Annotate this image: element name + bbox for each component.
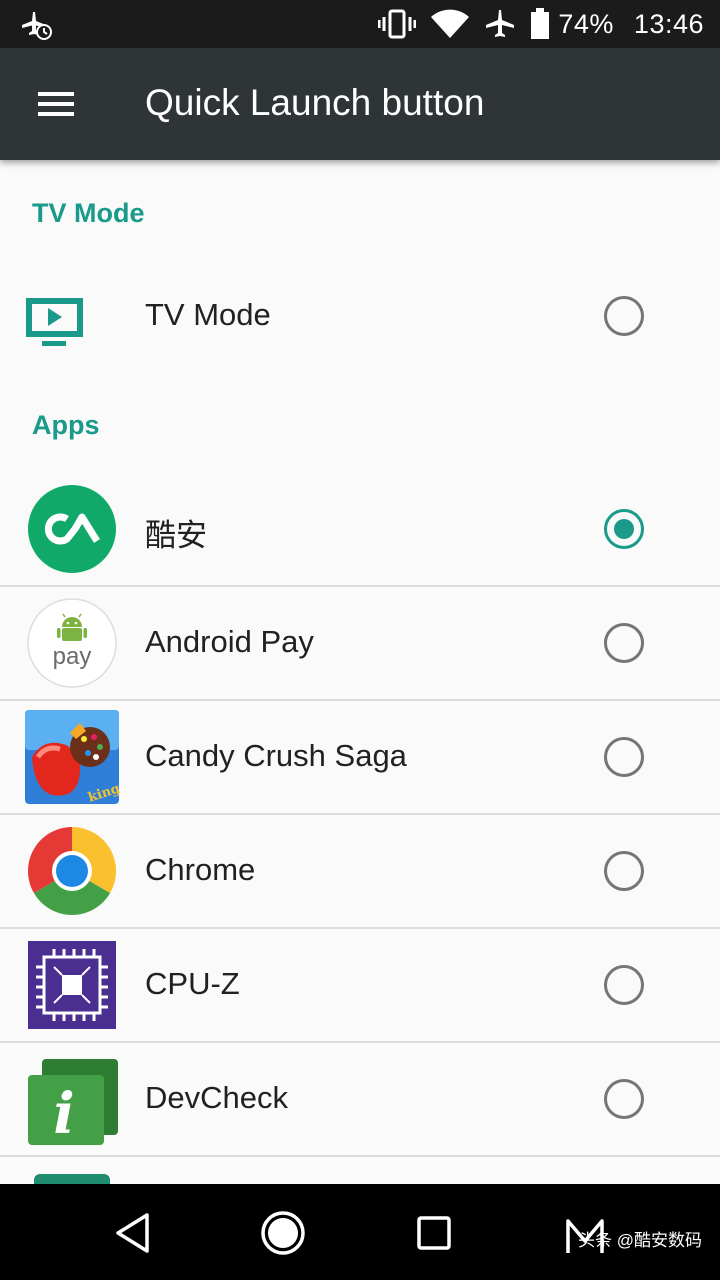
cpu-z-icon (24, 937, 120, 1033)
radio-button[interactable] (604, 851, 644, 891)
recents-icon[interactable] (409, 1208, 459, 1258)
devcheck-icon: i (24, 1051, 120, 1147)
list-item-label: Android Pay (145, 624, 314, 659)
watermark: 头条 @酷安数码 (578, 1231, 702, 1250)
hamburger-menu-icon[interactable] (22, 80, 90, 128)
list-item-label: CPU-Z (145, 966, 240, 1001)
radio-button[interactable] (604, 737, 644, 777)
battery-icon (530, 0, 550, 48)
section-header-tv-mode: TV Mode (32, 198, 145, 228)
battery-percent: 74% (558, 8, 614, 39)
radio-button[interactable] (604, 965, 644, 1005)
page-title: Quick Launch button (145, 82, 485, 123)
app-icon (24, 1174, 120, 1184)
radio-button[interactable] (604, 623, 644, 663)
android-pay-icon-text: pay (53, 643, 92, 670)
chrome-icon (24, 823, 120, 919)
wifi-icon (430, 0, 470, 48)
list-item-label: 酷安 (145, 518, 207, 553)
toolbar: Quick Launch button (0, 48, 720, 160)
list-item-partial[interactable] (0, 1156, 720, 1184)
candy-crush-icon: king (24, 709, 122, 806)
back-icon[interactable] (108, 1208, 158, 1258)
devcheck-icon-text: i (53, 1081, 74, 1147)
radio-button[interactable] (604, 296, 644, 336)
list-item-label: TV Mode (145, 297, 271, 332)
radio-button-selected[interactable] (604, 509, 644, 549)
status-bar: 74% 13:46 (0, 0, 720, 48)
navigation-bar: 头条 @酷安数码 (0, 1184, 720, 1280)
list-item-coolapk[interactable]: 酷安 (0, 472, 720, 586)
settings-list: TV Mode TV Mode Apps 酷安 pay Android Pay … (0, 160, 720, 1184)
airplane-clock-icon (20, 10, 54, 40)
list-item-chrome[interactable]: Chrome (0, 814, 720, 928)
tv-play-icon (24, 268, 120, 364)
coolapk-icon (24, 481, 120, 577)
list-item-cpu-z[interactable]: CPU-Z (0, 928, 720, 1042)
list-item-label: Candy Crush Saga (145, 738, 407, 773)
section-header-apps: Apps (32, 410, 100, 440)
list-item-candy-crush-saga[interactable]: king Candy Crush Saga (0, 700, 720, 814)
vibrate-icon (378, 0, 417, 48)
list-item-devcheck[interactable]: i DevCheck (0, 1042, 720, 1156)
home-icon[interactable] (258, 1208, 308, 1258)
clock: 13:46 (633, 8, 704, 39)
radio-button[interactable] (604, 1079, 644, 1119)
android-pay-icon: pay (24, 595, 120, 691)
list-item-tv-mode[interactable]: TV Mode (0, 259, 720, 373)
list-item-android-pay[interactable]: pay Android Pay (0, 586, 720, 700)
list-item-label: DevCheck (145, 1080, 288, 1115)
airplane-icon (484, 0, 516, 48)
list-item-label: Chrome (145, 852, 256, 887)
